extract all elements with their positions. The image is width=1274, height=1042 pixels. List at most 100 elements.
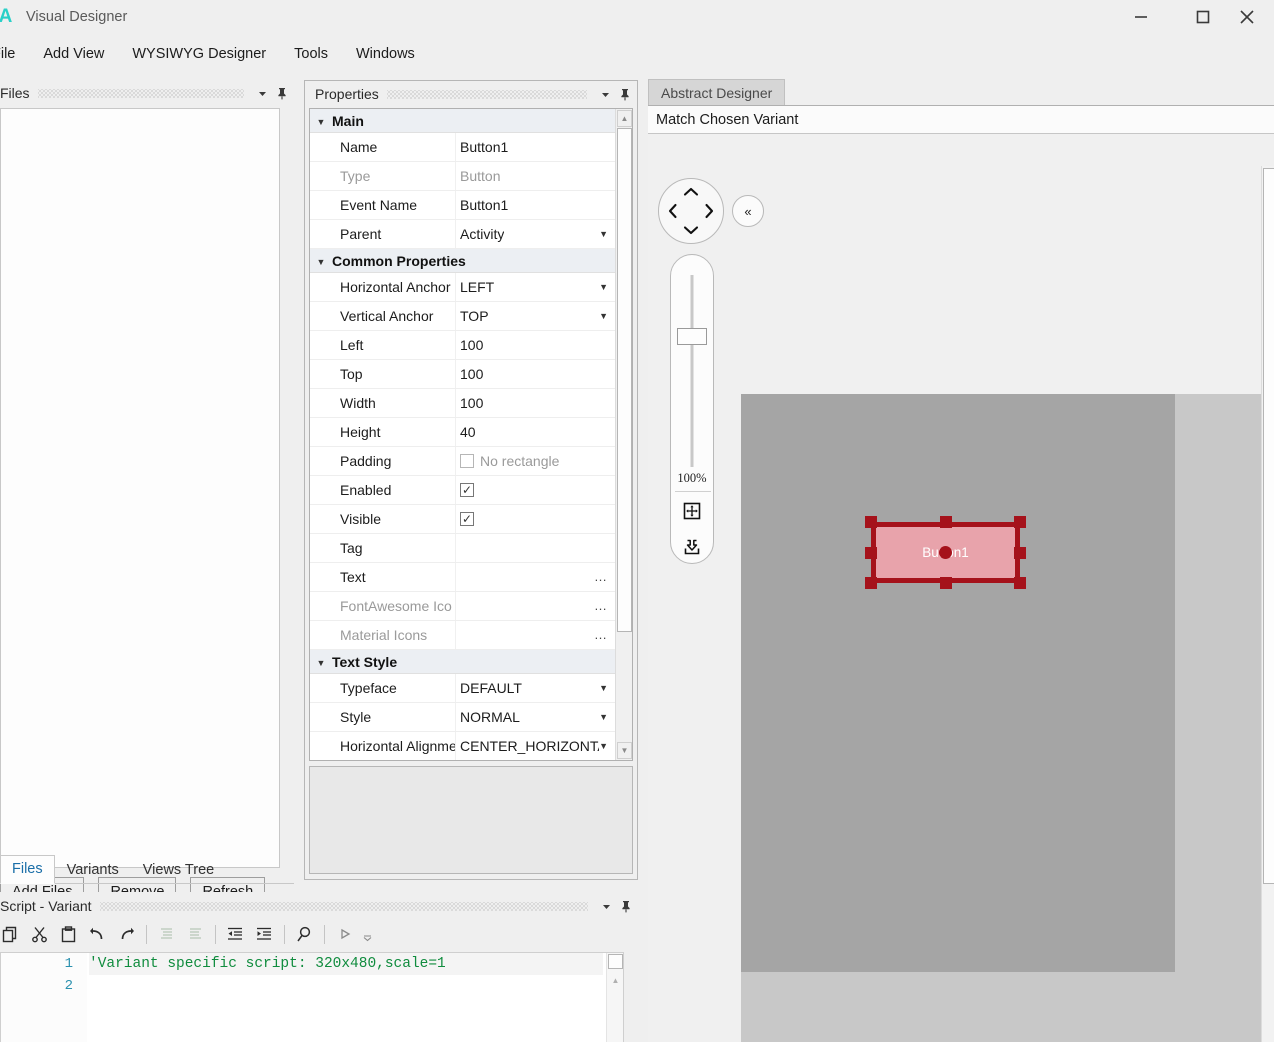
property-row-top[interactable]: Top 100 bbox=[310, 360, 616, 389]
property-value[interactable]: NORMAL ▼ bbox=[455, 703, 616, 731]
code-line[interactable] bbox=[89, 975, 603, 997]
code-line[interactable]: 'Variant specific script: 320x480,scale=… bbox=[89, 953, 603, 975]
chevron-down-icon[interactable] bbox=[595, 84, 615, 104]
paste-icon[interactable] bbox=[55, 921, 82, 948]
design-surface-background[interactable]: Button1 bbox=[741, 394, 1274, 1042]
scrollbar-thumb[interactable] bbox=[608, 954, 623, 969]
menu-tools[interactable]: Tools bbox=[280, 41, 342, 67]
property-row-event-name[interactable]: Event Name Button1 bbox=[310, 191, 616, 220]
property-value[interactable]: 40 bbox=[455, 418, 616, 446]
pin-icon[interactable] bbox=[272, 83, 292, 103]
property-row-parent[interactable]: Parent Activity ▼ bbox=[310, 220, 616, 249]
property-row-left[interactable]: Left 100 bbox=[310, 331, 616, 360]
tab-files[interactable]: Files bbox=[0, 855, 55, 884]
outdent-icon[interactable] bbox=[222, 921, 249, 948]
device-canvas[interactable]: Button1 bbox=[741, 394, 1175, 972]
indent-icon[interactable] bbox=[251, 921, 278, 948]
ellipsis-button[interactable]: … bbox=[594, 628, 608, 641]
property-value[interactable]: … bbox=[455, 563, 616, 591]
property-row-style[interactable]: Style NORMAL ▼ bbox=[310, 703, 616, 732]
save-snapshot-icon[interactable] bbox=[680, 535, 704, 559]
resize-handle-se[interactable] bbox=[1014, 577, 1026, 589]
resize-handle-n[interactable] bbox=[939, 516, 952, 528]
property-row-visible[interactable]: Visible ✓ bbox=[310, 505, 616, 534]
nav-right-icon[interactable] bbox=[704, 203, 714, 219]
property-row-typeface[interactable]: Typeface DEFAULT ▼ bbox=[310, 674, 616, 703]
visible-checkbox[interactable]: ✓ bbox=[460, 512, 474, 526]
property-value[interactable]: CENTER_HORIZONTAL ▼ bbox=[455, 732, 616, 760]
fit-to-view-icon[interactable] bbox=[680, 499, 704, 523]
script-editor[interactable]: 1 2 'Variant specific script: 320x480,sc… bbox=[0, 952, 624, 1042]
zoom-slider-thumb[interactable] bbox=[677, 328, 707, 345]
match-chosen-variant-bar[interactable]: Match Chosen Variant bbox=[648, 106, 1274, 134]
menu-add-view[interactable]: Add View bbox=[29, 41, 118, 67]
tab-abstract-designer[interactable]: Abstract Designer bbox=[648, 79, 786, 106]
property-value[interactable]: No rectangle bbox=[455, 447, 616, 475]
scroll-down-icon[interactable]: ▼ bbox=[617, 742, 632, 759]
copy-icon[interactable] bbox=[0, 921, 24, 948]
pin-icon[interactable] bbox=[615, 84, 635, 104]
chevron-down-icon[interactable]: ▼ bbox=[599, 282, 608, 292]
navigation-pad[interactable] bbox=[658, 178, 724, 244]
property-row-horizontal-anchor[interactable]: Horizontal Anchor LEFT ▼ bbox=[310, 273, 616, 302]
maximize-icon[interactable] bbox=[1172, 0, 1234, 34]
search-icon[interactable] bbox=[291, 921, 318, 948]
run-icon[interactable] bbox=[331, 921, 358, 948]
property-value[interactable]: 100 bbox=[455, 389, 616, 417]
undo-icon[interactable] bbox=[84, 921, 111, 948]
menu-wysiwyg-designer[interactable]: WYSIWYG Designer bbox=[118, 41, 280, 67]
scroll-up-icon[interactable]: ▲ bbox=[617, 110, 632, 127]
property-row-text[interactable]: Text … bbox=[310, 563, 616, 592]
script-editor-scrollbar[interactable]: ▲ bbox=[606, 953, 623, 1042]
property-value[interactable] bbox=[455, 534, 616, 562]
properties-scrollbar[interactable]: ▲ ▼ bbox=[615, 109, 632, 760]
ellipsis-button[interactable]: … bbox=[594, 570, 608, 583]
chevron-down-icon[interactable] bbox=[596, 896, 616, 916]
minimize-icon[interactable] bbox=[1110, 0, 1172, 34]
pin-icon[interactable] bbox=[616, 896, 636, 916]
resize-handle-nw[interactable] bbox=[865, 516, 877, 528]
panel-drag-grip[interactable] bbox=[37, 88, 244, 98]
zoom-slider-track[interactable] bbox=[690, 275, 694, 467]
menu-file[interactable]: File bbox=[0, 41, 29, 67]
files-list[interactable] bbox=[0, 108, 280, 868]
resize-handle-s[interactable] bbox=[939, 577, 952, 589]
property-value[interactable]: ✓ bbox=[455, 505, 616, 533]
properties-grid[interactable]: ▼ Main Name Button1 Type Button Event Na… bbox=[309, 108, 633, 761]
ellipsis-button[interactable]: … bbox=[594, 599, 608, 612]
nav-up-icon[interactable] bbox=[683, 187, 699, 197]
move-handle-center[interactable] bbox=[939, 546, 952, 559]
scrollbar-thumb[interactable] bbox=[617, 128, 632, 632]
panel-drag-grip[interactable] bbox=[386, 89, 587, 99]
chevron-down-icon[interactable]: ▼ bbox=[599, 712, 608, 722]
property-value[interactable]: TOP ▼ bbox=[455, 302, 616, 330]
resize-handle-ne[interactable] bbox=[1014, 516, 1026, 528]
nav-left-icon[interactable] bbox=[668, 203, 678, 219]
property-row-horizontal-alignment[interactable]: Horizontal Alignment CENTER_HORIZONTAL ▼ bbox=[310, 732, 616, 760]
property-value[interactable]: Button1 bbox=[455, 191, 616, 219]
property-group-text-style[interactable]: ▼ Text Style bbox=[310, 650, 616, 674]
menu-windows[interactable]: Windows bbox=[342, 41, 429, 67]
property-group-common-properties[interactable]: ▼ Common Properties bbox=[310, 249, 616, 273]
resize-handle-w[interactable] bbox=[865, 546, 877, 559]
property-value[interactable]: Activity ▼ bbox=[455, 220, 616, 248]
chevron-down-icon[interactable]: ▼ bbox=[599, 311, 608, 321]
chevron-down-icon[interactable]: ▼ bbox=[599, 229, 608, 239]
chevron-down-icon[interactable] bbox=[252, 83, 272, 103]
property-value[interactable]: 100 bbox=[455, 360, 616, 388]
code-lines[interactable]: 'Variant specific script: 320x480,scale=… bbox=[89, 953, 603, 997]
property-row-height[interactable]: Height 40 bbox=[310, 418, 616, 447]
chevron-down-icon[interactable]: ▼ bbox=[599, 683, 608, 693]
tab-views-tree[interactable]: Views Tree bbox=[131, 856, 226, 884]
property-value[interactable]: DEFAULT ▼ bbox=[455, 674, 616, 702]
property-row-width[interactable]: Width 100 bbox=[310, 389, 616, 418]
scrollbar-thumb[interactable] bbox=[1263, 168, 1274, 884]
property-row-material-icons[interactable]: Material Icons … bbox=[310, 621, 616, 650]
redo-icon[interactable] bbox=[113, 921, 140, 948]
property-value[interactable]: … bbox=[455, 592, 616, 620]
resize-handle-e[interactable] bbox=[1014, 546, 1026, 559]
property-value[interactable]: ✓ bbox=[455, 476, 616, 504]
property-row-name[interactable]: Name Button1 bbox=[310, 133, 616, 162]
tab-variants[interactable]: Variants bbox=[55, 856, 131, 884]
property-row-padding[interactable]: Padding No rectangle bbox=[310, 447, 616, 476]
